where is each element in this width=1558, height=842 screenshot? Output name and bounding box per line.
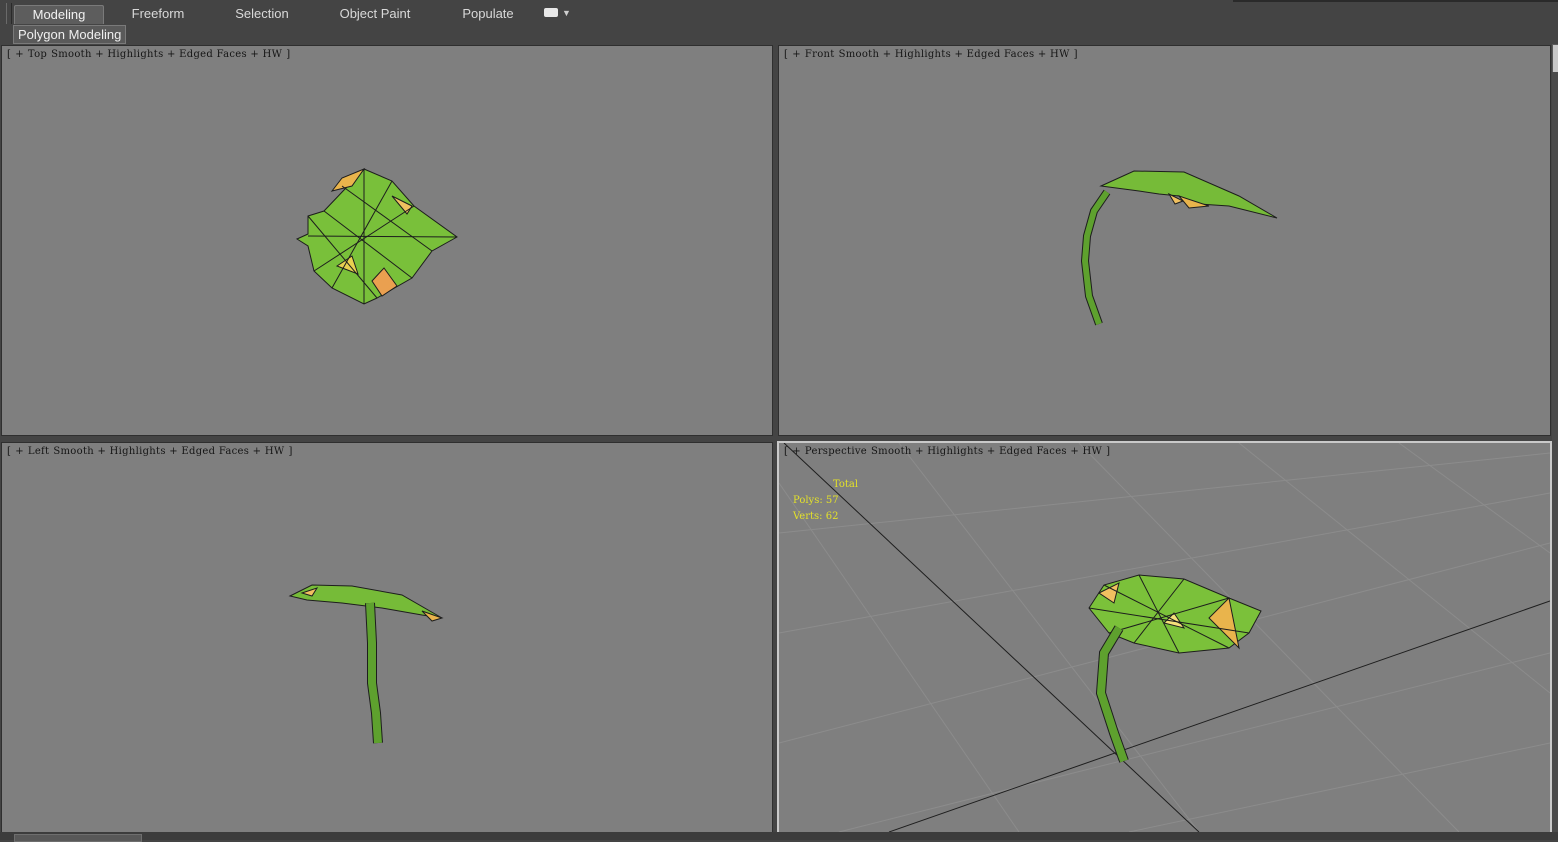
perspective-grid <box>779 443 1550 832</box>
tab-selection[interactable]: Selection <box>220 5 304 23</box>
ribbon-panel-row: Polygon Modeling <box>0 24 1558 44</box>
viewport-perspective[interactable]: [+ Perspective Smooth + Highlights + Edged… <box>777 441 1552 834</box>
polygon-modeling-panel[interactable]: Polygon Modeling <box>13 25 127 44</box>
tab-populate[interactable]: Populate <box>450 5 526 23</box>
ribbon-tab-bar: Modeling Freeform Selection Object Paint… <box>0 0 1558 43</box>
viewport-label-perspective[interactable]: [+ Perspective Smooth + Highlights + Edged… <box>784 446 1114 457</box>
stats-total-label: Total <box>833 479 859 490</box>
ribbon-options-icon[interactable] <box>544 8 558 17</box>
tab-modeling[interactable]: Modeling <box>14 5 104 24</box>
time-slider[interactable] <box>14 834 142 842</box>
tab-freeform[interactable]: Freeform <box>116 5 200 23</box>
leaf-model-left[interactable] <box>2 443 772 832</box>
tab-object-paint[interactable]: Object Paint <box>330 5 420 23</box>
scene-statistics: Total Polys: 57 Verts: 62 <box>793 477 858 525</box>
stats-verts: Verts: 62 <box>793 511 839 522</box>
stats-polys: Polys: 57 <box>793 495 839 506</box>
viewport-top[interactable]: [+ Top Smooth + Highlights + Edged Faces +… <box>1 45 773 436</box>
viewport-left[interactable]: [+ Left Smooth + Highlights + Edged Faces … <box>1 442 773 833</box>
chevron-down-icon[interactable]: ▼ <box>562 9 571 18</box>
viewport-front[interactable]: [+ Front Smooth + Highlights + Edged Faces… <box>778 45 1551 436</box>
right-scroll-handle[interactable] <box>1552 44 1558 74</box>
leaf-model-front[interactable] <box>779 46 1550 435</box>
leaf-model-top[interactable] <box>2 46 772 435</box>
right-side-strip <box>1552 72 1558 840</box>
title-divider <box>1233 0 1558 2</box>
bottom-time-bar <box>0 832 1558 840</box>
